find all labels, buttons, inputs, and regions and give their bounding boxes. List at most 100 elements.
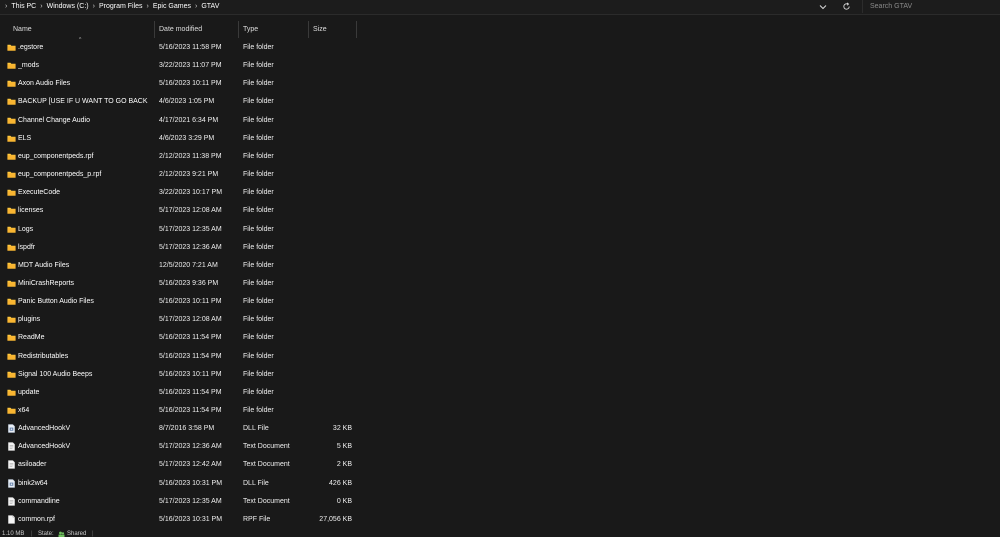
file-type: DLL File	[243, 425, 269, 433]
file-row[interactable]: asiloader 5/17/2023 12:42 AM Text Document…	[0, 456, 360, 474]
file-name: MDT Audio Files	[18, 261, 70, 269]
folder-icon	[7, 261, 16, 270]
search-input[interactable]: Search GTAV	[862, 0, 1000, 13]
folder-icon	[7, 116, 16, 125]
file-size: 5 KB	[336, 443, 352, 451]
breadcrumb-item-epic-games[interactable]: Epic Games	[153, 3, 191, 10]
breadcrumb-item-program-files[interactable]: Program Files	[99, 3, 143, 10]
breadcrumb: › This PC › Windows (C:) › Program Files…	[0, 0, 815, 13]
file-row[interactable]: Logs 5/17/2023 12:35 AM File folder	[0, 221, 360, 239]
file-date-modified: 5/16/2023 10:11 PM	[159, 298, 222, 306]
file-type: File folder	[243, 207, 274, 215]
folder-icon	[7, 188, 16, 197]
file-row[interactable]: BACKUP [USE IF U WANT TO GO BACK T... 4/6…	[0, 93, 360, 111]
file-name: Axon Audio Files	[18, 80, 71, 88]
dll-file-icon	[7, 478, 16, 488]
file-row[interactable]: AdvancedHookV 8/7/2016 3:58 PM DLL File 32 …	[0, 420, 360, 438]
file-size: 27,056 KB	[319, 515, 352, 523]
chevron-down-icon[interactable]	[816, 0, 830, 13]
file-name: eup_componentpeds.rpf	[18, 152, 94, 160]
file-size: 426 KB	[329, 479, 352, 487]
file-row[interactable]: licenses 5/17/2023 12:08 AM File folder	[0, 202, 360, 220]
breadcrumb-item-this-pc[interactable]: This PC	[11, 3, 36, 10]
shared-icon	[58, 531, 65, 537]
breadcrumb-item-gtav[interactable]: GTAV	[201, 3, 219, 10]
column-resize-handle[interactable]	[308, 21, 309, 38]
file-type: DLL File	[243, 479, 269, 487]
file-name: plugins	[18, 316, 41, 324]
file-row[interactable]: .egstore 5/16/2023 11:58 PM File folder	[0, 39, 360, 57]
file-type: File folder	[243, 44, 274, 51]
file-size: 32 KB	[332, 425, 352, 433]
file-row[interactable]: lspdfr 5/17/2023 12:36 AM File folder	[0, 239, 360, 257]
file-row[interactable]: ELS 4/6/2023 3:29 PM File folder	[0, 130, 360, 148]
file-row[interactable]: Signal 100 Audio Beeps 5/16/2023 10:11 PM…	[0, 366, 360, 384]
file-row[interactable]: MDT Audio Files 12/5/2020 7:21 AM File fol…	[0, 257, 360, 275]
file-date-modified: 8/7/2016 3:58 PM	[159, 425, 215, 433]
file-row[interactable]: eup_componentpeds.rpf 2/12/2023 11:38 PM F…	[0, 148, 360, 166]
file-date-modified: 5/17/2023 12:08 AM	[159, 207, 222, 215]
file-row[interactable]: Channel Change Audio 4/17/2021 6:34 PM Fil…	[0, 112, 360, 130]
file-row[interactable]: common.rpf 5/16/2023 10:31 PM RPF File 27,0…	[0, 511, 360, 529]
column-header-type[interactable]: Type	[243, 21, 258, 38]
file-row[interactable]: eup_componentpeds_p.rpf 2/12/2023 9:21 PM…	[0, 166, 360, 184]
folder-icon	[7, 134, 16, 143]
file-name: commandline	[18, 497, 60, 505]
file-type: File folder	[243, 225, 274, 233]
column-resize-handle[interactable]	[356, 21, 357, 38]
file-type: File folder	[243, 243, 274, 251]
chevron-right-icon[interactable]: ›	[40, 3, 42, 10]
file-row[interactable]: update 5/16/2023 11:54 PM File folder	[0, 384, 360, 402]
file-row[interactable]: x64 5/16/2023 11:54 PM File folder	[0, 402, 360, 420]
file-name: AdvancedHookV	[18, 425, 71, 433]
file-name: ExecuteCode	[18, 189, 61, 197]
folder-icon	[7, 170, 16, 179]
file-date-modified: 2/12/2023 11:38 PM	[159, 152, 222, 160]
file-name: ELS	[18, 134, 32, 142]
file-name: _mods	[18, 62, 40, 70]
file-name: Logs	[18, 225, 34, 233]
refresh-button[interactable]	[838, 0, 854, 13]
file-row[interactable]: Redistributables 5/16/2023 11:54 PM File f…	[0, 348, 360, 366]
file-row[interactable]: _mods 3/22/2023 11:07 PM File folder	[0, 57, 360, 75]
column-resize-handle[interactable]	[154, 21, 155, 38]
column-header-size[interactable]: Size	[313, 21, 327, 38]
folder-icon	[7, 370, 16, 379]
file-type: File folder	[243, 316, 274, 324]
file-name: BACKUP [USE IF U WANT TO GO BACK T...	[18, 98, 148, 106]
file-row[interactable]: commandline 5/17/2023 12:35 AM Text Docume…	[0, 493, 360, 511]
file-type: File folder	[243, 98, 274, 106]
column-resize-handle[interactable]	[238, 21, 239, 38]
chevron-right-icon[interactable]: ›	[147, 3, 149, 10]
file-name: x64	[18, 407, 30, 414]
file-row[interactable]: Panic Button Audio Files 5/16/2023 10:11 …	[0, 293, 360, 311]
search-placeholder: Search GTAV	[870, 3, 913, 10]
state-label: State:	[38, 531, 54, 537]
file-name: ReadMe	[18, 334, 45, 342]
file-row[interactable]: AdvancedHookV 5/17/2023 12:36 AM Text Docu…	[0, 438, 360, 456]
breadcrumb-item-windows-c[interactable]: Windows (C:)	[47, 3, 89, 10]
text-file-icon	[7, 442, 16, 452]
file-date-modified: 5/16/2023 10:11 PM	[159, 370, 222, 378]
divider	[0, 14, 1000, 15]
file-row[interactable]: MiniCrashReports 5/16/2023 9:36 PM File fo…	[0, 275, 360, 293]
file-type: File folder	[243, 298, 274, 306]
file-date-modified: 5/17/2023 12:36 AM	[159, 243, 222, 251]
chevron-right-icon[interactable]: ›	[5, 3, 7, 10]
file-name: MiniCrashReports	[18, 279, 75, 287]
folder-icon	[7, 406, 16, 415]
file-type: File folder	[243, 152, 274, 160]
chevron-right-icon[interactable]: ›	[195, 3, 197, 10]
chevron-right-icon[interactable]: ›	[93, 3, 95, 10]
file-name: Channel Change Audio	[18, 116, 91, 124]
file-name: lspdfr	[18, 243, 36, 251]
column-header-date-modified[interactable]: Date modified	[159, 21, 202, 38]
folder-icon	[7, 388, 16, 397]
file-row[interactable]: Axon Audio Files 5/16/2023 10:11 PM File f…	[0, 75, 360, 93]
folder-icon	[7, 43, 16, 52]
file-row[interactable]: plugins 5/17/2023 12:08 AM File folder	[0, 311, 360, 329]
file-row[interactable]: ReadMe 5/16/2023 11:54 PM File folder	[0, 329, 360, 347]
file-row[interactable]: bink2w64 5/16/2023 10:31 PM DLL File 426 KB	[0, 475, 360, 493]
file-row[interactable]: ExecuteCode 3/22/2023 10:17 PM File folder	[0, 184, 360, 202]
column-header-name[interactable]: Name	[13, 21, 32, 38]
